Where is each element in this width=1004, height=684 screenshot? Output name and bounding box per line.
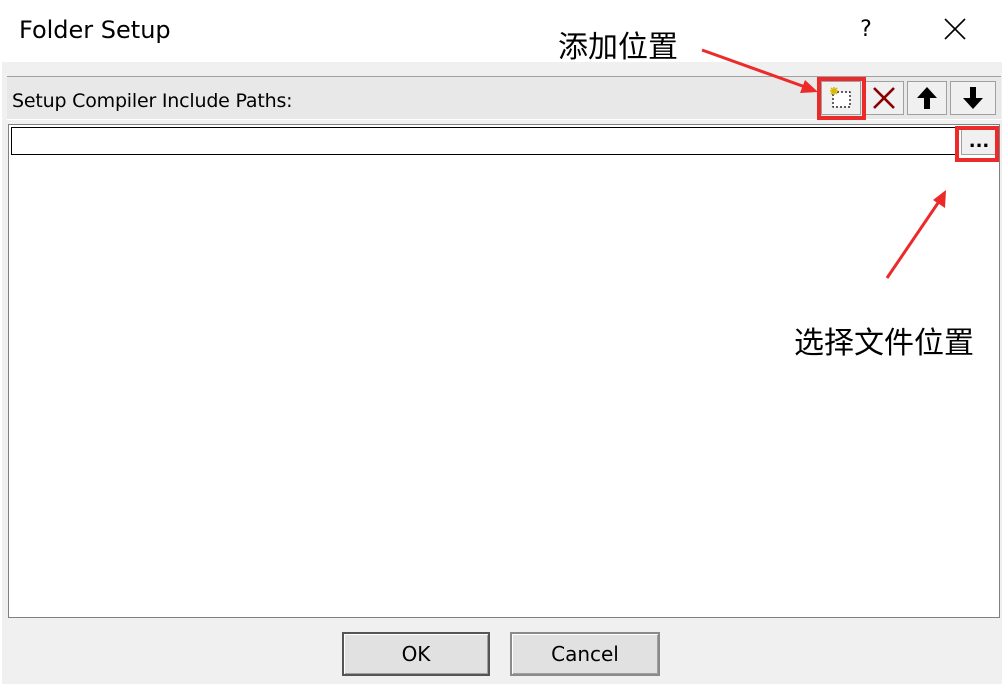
choose-file-location-annotation: 选择文件位置 (794, 326, 974, 361)
add-location-annotation: 添加位置 (558, 30, 678, 65)
browse-arrow (885, 190, 946, 279)
add-location-arrow (701, 48, 818, 93)
folder-setup-dialog: Folder Setup ? Setup Compiler Include Pa… (0, 0, 1004, 684)
